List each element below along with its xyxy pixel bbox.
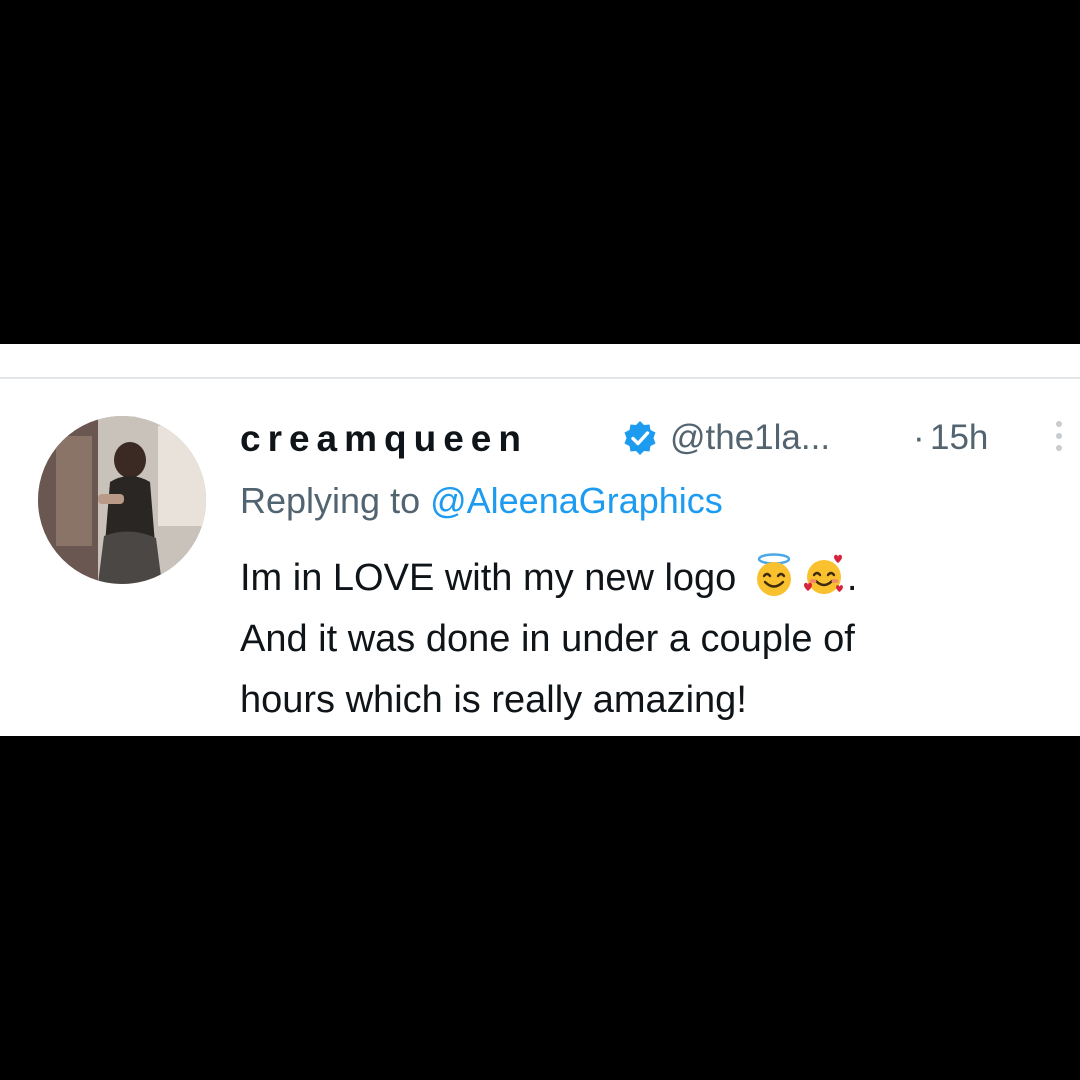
tweet-line-1-text: Im in LOVE with my new logo xyxy=(240,557,737,599)
replying-prefix: Replying to xyxy=(240,480,431,521)
avatar-photo xyxy=(38,416,206,584)
replying-to: Replying to @AleenaGraphics xyxy=(240,480,723,522)
smiling-face-with-hearts-icon xyxy=(803,554,843,594)
reply-mention-link[interactable]: @AleenaGraphics xyxy=(430,480,723,521)
avatar[interactable] xyxy=(38,416,206,584)
tweet-text: Im in LOVE with my new logo . And it was… xyxy=(240,548,1060,731)
handle[interactable]: @the1la... xyxy=(670,418,830,458)
tweet-line-3: hours which is really amazing! xyxy=(240,679,747,721)
more-options-icon[interactable] xyxy=(1052,416,1066,460)
display-name[interactable]: creamqueen xyxy=(240,418,528,460)
tweet-header: creamqueen @the1la... · 15h xyxy=(240,416,1062,460)
separator-dot: · xyxy=(913,418,925,457)
divider xyxy=(0,377,1080,379)
verified-badge-icon xyxy=(624,421,656,455)
timestamp[interactable]: 15h xyxy=(930,418,988,458)
tweet-line-1: Im in LOVE with my new logo . xyxy=(240,548,1060,609)
tweet-card[interactable]: creamqueen @the1la... · 15h Replying to … xyxy=(0,344,1080,736)
smiling-face-with-halo-icon xyxy=(756,553,791,596)
tweet-line-2: And it was done in under a couple of xyxy=(240,618,855,660)
tweet-line-1-end: . xyxy=(846,557,858,599)
